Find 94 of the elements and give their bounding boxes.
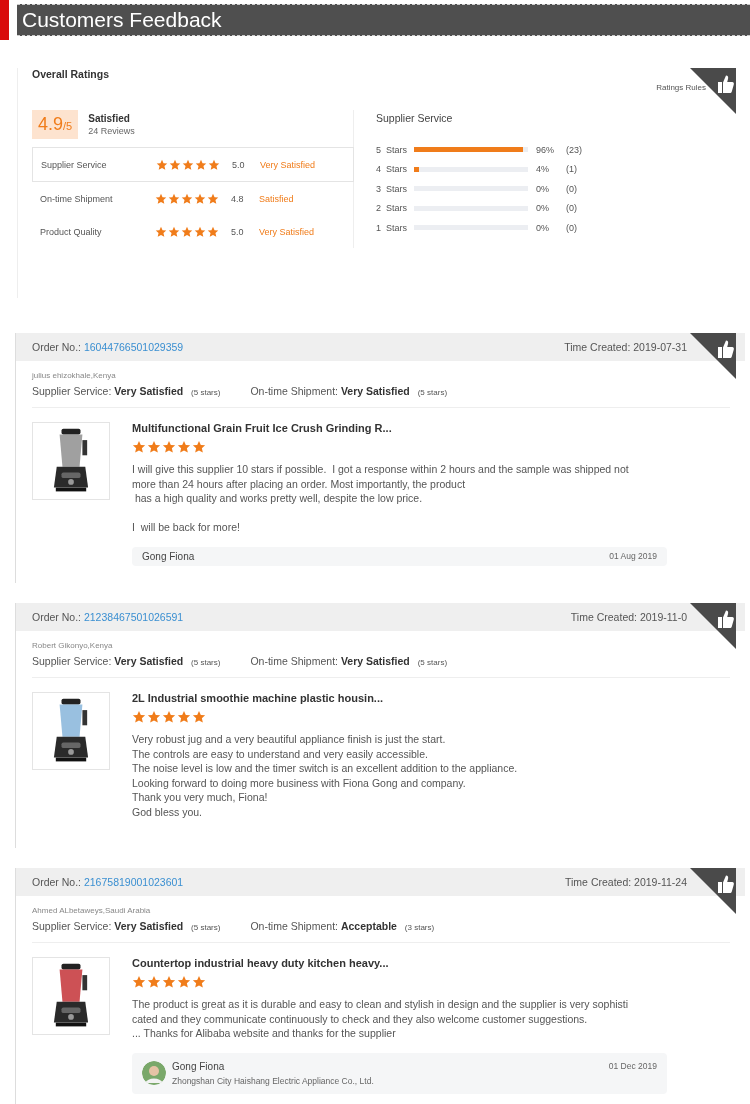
- supplier-rating: Supplier Service: Very Satisfied (5 stars): [32, 385, 221, 397]
- star-icon: [162, 440, 176, 454]
- reply-date: 01 Aug 2019: [609, 550, 657, 561]
- star-icon: [192, 975, 206, 989]
- time-created: Time Created: 2019-11-24: [565, 876, 687, 888]
- star-icon: [156, 158, 168, 171]
- product-name[interactable]: 2L Industrial smoothie machine plastic housin...: [132, 692, 518, 704]
- shipment-rating: On-time Shipment: Acceptable (3 stars): [250, 920, 435, 932]
- category-name: Product Quality: [40, 226, 103, 237]
- category-name: Supplier Service: [41, 159, 108, 170]
- shipment-rating: On-time Shipment: Very Satisfied (5 stars): [250, 385, 448, 397]
- review-text: The product is great as it is durable and easy to clean and stylish in design and the supplier is very sophisti cated and they communicate continuously to check and they also welcome customer suggestions. ... Thanks for Alibaba website and thanks for the supplier: [132, 997, 630, 1041]
- product-name[interactable]: Multifunctional Grain Fruit Ice Crush Grinding R...: [132, 422, 667, 434]
- star-icon: [155, 225, 167, 238]
- order-number: Order No.: 21675819001023601: [32, 876, 184, 888]
- count-text: (0): [566, 222, 577, 233]
- shipment-rating: On-time Shipment: Very Satisfied (5 stars): [250, 655, 448, 667]
- thumbs-up-icon: [690, 333, 736, 379]
- star-label: 1 Stars: [376, 222, 408, 233]
- star-icon: [207, 225, 219, 238]
- rating-category[interactable]: Supplier Service 5.0 Very Satisfied: [32, 147, 354, 182]
- review-count: 24 Reviews: [88, 126, 135, 136]
- star-icon: [168, 225, 180, 238]
- star-icon: [207, 192, 219, 205]
- verdict-text: Satisfied: [88, 113, 131, 124]
- star-icon: [162, 710, 176, 724]
- count-text: (1): [566, 164, 577, 175]
- star-icon: [177, 975, 191, 989]
- rating-value: 5.0: [232, 159, 246, 170]
- star-icon: [147, 440, 161, 454]
- reply-author: Gong Fiona: [142, 550, 195, 562]
- score-badge: 4.9/5: [32, 110, 79, 139]
- reply-author: Gong Fiona: [172, 1060, 226, 1072]
- percent-text: 0%: [536, 203, 550, 214]
- rating-value: 5.0: [231, 226, 245, 237]
- star-icon: [132, 975, 146, 989]
- star-icon: [177, 440, 191, 454]
- star-icon: [195, 158, 207, 171]
- thumbs-up-icon: [690, 868, 736, 914]
- star-label: 2 Stars: [376, 203, 408, 214]
- star-icon: [192, 710, 206, 724]
- star-label: 3 Stars: [376, 183, 408, 194]
- product-name[interactable]: Countertop industrial heavy duty kitchen heavy...: [132, 957, 667, 969]
- reply-date: 01 Dec 2019: [608, 1060, 657, 1071]
- star-icon: [132, 440, 146, 454]
- review-text: Very robust jug and a very beautiful appliance finish is just the start. The controls are easy to understand and very easily accessible. The noise level is low and the timer switch is an excellent addition to the appliance. Looking forward to doing more business with Fiona Gong and company. Thank you very much, Fiona! God bless you.: [132, 732, 518, 819]
- company-name: Zhongshan City Haishang Electric Appliance Co., Ltd.: [172, 1075, 374, 1086]
- star-icon: [169, 158, 181, 171]
- percent-text: 96%: [536, 144, 555, 155]
- star-icon: [182, 158, 194, 171]
- order-number: Order No.: 16044766501029359: [32, 341, 184, 353]
- accent-bar: [0, 0, 9, 40]
- percent-text: 4%: [536, 164, 550, 175]
- star-icon: [194, 225, 206, 238]
- rating-value: 4.8: [231, 193, 245, 204]
- buyer-name: Ahmed ALbetaweys,Saudi Arabia: [32, 906, 152, 915]
- supplier-rating: Supplier Service: Very Satisfied (5 stars): [32, 655, 221, 667]
- star-icon: [181, 225, 193, 238]
- breakdown-title: Supplier Service: [376, 112, 454, 124]
- star-icon: [194, 192, 206, 205]
- supplier-rating: Supplier Service: Very Satisfied (5 stars): [32, 920, 221, 932]
- overall-ratings-title: Overall Ratings: [32, 68, 110, 80]
- category-name: On-time Shipment: [40, 193, 114, 204]
- rating-category[interactable]: On-time Shipment 4.8 Satisfied: [32, 182, 354, 215]
- star-icon: [208, 158, 220, 171]
- rating-verdict: Very Satisfied: [260, 159, 316, 170]
- review-text: I will give this supplier 10 stars if possible. I got a response within 2 hours and the sample was shipped not more than 24 hours after placing an order. Most importantly, the product has a high quality and works pretty well, despite the low price. I will be back for more!: [132, 462, 630, 535]
- star-icon: [147, 710, 161, 724]
- star-icon: [168, 192, 180, 205]
- percent-text: 0%: [536, 222, 550, 233]
- buyer-name: julius ehizokhale,Kenya: [32, 371, 117, 380]
- order-number: Order No.: 21238467501026591: [32, 611, 184, 623]
- star-icon: [132, 710, 146, 724]
- star-label: 4 Stars: [376, 164, 408, 175]
- count-text: (0): [566, 203, 577, 214]
- count-text: (23): [566, 144, 582, 155]
- section-title: Customers Feedback: [22, 8, 222, 32]
- star-icon: [192, 440, 206, 454]
- star-icon: [181, 192, 193, 205]
- rating-verdict: Very Satisfied: [259, 226, 315, 237]
- ratings-rules-link[interactable]: Ratings Rules: [656, 83, 706, 92]
- star-label: 5 Stars: [376, 144, 408, 155]
- time-created: Time Created: 2019-07-31: [564, 341, 687, 353]
- rating-verdict: Satisfied: [259, 193, 294, 204]
- star-icon: [147, 975, 161, 989]
- star-icon: [162, 975, 176, 989]
- star-icon: [177, 710, 191, 724]
- rating-category[interactable]: Product Quality 5.0 Very Satisfied: [32, 215, 354, 248]
- percent-text: 0%: [536, 183, 550, 194]
- star-icon: [155, 192, 167, 205]
- buyer-name: Robert Gikonyo,Kenya: [32, 641, 114, 650]
- time-created: Time Created: 2019-11-0: [570, 611, 687, 623]
- count-text: (0): [566, 183, 577, 194]
- thumbs-up-icon: [690, 603, 736, 649]
